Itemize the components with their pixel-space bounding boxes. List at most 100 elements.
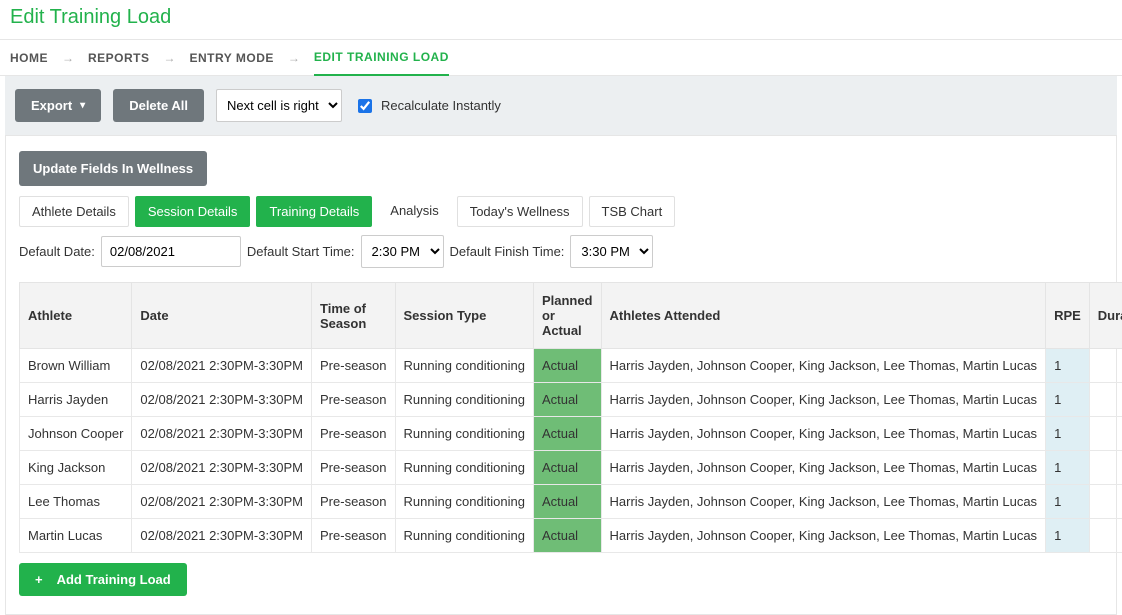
cell-rpe[interactable]: 1 [1046, 417, 1090, 451]
cell-athletes-attended[interactable]: Harris Jayden, Johnson Cooper, King Jack… [601, 519, 1046, 553]
defaults-row: Default Date: Default Start Time: 2:30 P… [19, 235, 1103, 268]
cell-planned-actual[interactable]: Actual [533, 485, 601, 519]
cell-athletes-attended[interactable]: Harris Jayden, Johnson Cooper, King Jack… [601, 349, 1046, 383]
chevron-right-icon: → [288, 51, 300, 65]
table-row[interactable]: Johnson Cooper02/08/2021 2:30PM-3:30PMPr… [20, 417, 1122, 451]
cell-rpe[interactable]: 1 [1046, 519, 1090, 553]
table-row[interactable]: Martin Lucas02/08/2021 2:30PM-3:30PMPre-… [20, 519, 1122, 553]
cell-date[interactable]: 02/08/2021 2:30PM-3:30PM [132, 451, 312, 485]
chevron-down-icon: ▾ [80, 100, 85, 111]
table-row[interactable]: King Jackson02/08/2021 2:30PM-3:30PMPre-… [20, 451, 1122, 485]
col-time-of-season[interactable]: Time of Season [312, 283, 395, 349]
cell-athlete[interactable]: Harris Jayden [20, 383, 132, 417]
cell-planned-actual[interactable]: Actual [533, 417, 601, 451]
cell-time-of-season[interactable]: Pre-season [312, 519, 395, 553]
table-row[interactable]: Brown William02/08/2021 2:30PM-3:30PMPre… [20, 349, 1122, 383]
cell-athlete[interactable]: Martin Lucas [20, 519, 132, 553]
default-date-input[interactable] [101, 236, 241, 267]
training-load-table: Athlete Date Time of Season Session Type… [19, 282, 1122, 553]
breadcrumb: HOME → REPORTS → ENTRY MODE → EDIT TRAIN… [0, 39, 1122, 76]
recalculate-checkbox[interactable] [358, 99, 372, 113]
default-finish-select[interactable]: 3:30 PM [570, 235, 653, 268]
cell-planned-actual[interactable]: Actual [533, 451, 601, 485]
cell-athlete[interactable]: Johnson Cooper [20, 417, 132, 451]
cell-rpe[interactable]: 1 [1046, 349, 1090, 383]
crumb-reports[interactable]: REPORTS [88, 51, 150, 65]
next-cell-select[interactable]: Next cell is right [216, 89, 342, 122]
update-fields-button[interactable]: Update Fields In Wellness [19, 151, 207, 186]
cell-session-type[interactable]: Running conditioning [395, 383, 533, 417]
tab-row: Athlete Details Session Details Training… [19, 196, 1103, 227]
cell-duration[interactable] [1089, 349, 1122, 383]
crumb-entry-mode[interactable]: ENTRY MODE [190, 51, 274, 65]
cell-athlete[interactable]: King Jackson [20, 451, 132, 485]
export-button-label: Export [31, 98, 72, 113]
cell-session-type[interactable]: Running conditioning [395, 519, 533, 553]
export-button[interactable]: Export ▾ [15, 89, 101, 122]
cell-session-type[interactable]: Running conditioning [395, 451, 533, 485]
cell-time-of-season[interactable]: Pre-season [312, 451, 395, 485]
plus-icon [35, 572, 49, 587]
cell-planned-actual[interactable]: Actual [533, 383, 601, 417]
cell-time-of-season[interactable]: Pre-season [312, 383, 395, 417]
cell-athletes-attended[interactable]: Harris Jayden, Johnson Cooper, King Jack… [601, 383, 1046, 417]
recalculate-checkbox-row[interactable]: Recalculate Instantly [354, 96, 501, 116]
cell-date[interactable]: 02/08/2021 2:30PM-3:30PM [132, 417, 312, 451]
tab-session-details[interactable]: Session Details [135, 196, 251, 227]
table-header-row: Athlete Date Time of Season Session Type… [20, 283, 1122, 349]
cell-athlete[interactable]: Lee Thomas [20, 485, 132, 519]
tab-athlete-details[interactable]: Athlete Details [19, 196, 129, 227]
col-athletes-attended[interactable]: Athletes Attended [601, 283, 1046, 349]
col-session-type[interactable]: Session Type [395, 283, 533, 349]
col-planned-actual[interactable]: Planned or Actual [533, 283, 601, 349]
cell-date[interactable]: 02/08/2021 2:30PM-3:30PM [132, 383, 312, 417]
default-date-label: Default Date: [19, 244, 95, 259]
chevron-right-icon: → [62, 51, 74, 65]
cell-session-type[interactable]: Running conditioning [395, 485, 533, 519]
crumb-edit-training-load[interactable]: EDIT TRAINING LOAD [314, 50, 449, 76]
tab-analysis[interactable]: Analysis [378, 196, 450, 227]
cell-time-of-season[interactable]: Pre-season [312, 417, 395, 451]
add-training-load-label: Add Training Load [57, 572, 171, 587]
table-row[interactable]: Lee Thomas02/08/2021 2:30PM-3:30PMPre-se… [20, 485, 1122, 519]
cell-session-type[interactable]: Running conditioning [395, 417, 533, 451]
cell-date[interactable]: 02/08/2021 2:30PM-3:30PM [132, 519, 312, 553]
tab-tsb-chart[interactable]: TSB Chart [589, 196, 676, 227]
cell-time-of-season[interactable]: Pre-season [312, 349, 395, 383]
cell-athletes-attended[interactable]: Harris Jayden, Johnson Cooper, King Jack… [601, 417, 1046, 451]
cell-planned-actual[interactable]: Actual [533, 519, 601, 553]
cell-rpe[interactable]: 1 [1046, 451, 1090, 485]
page-title: Edit Training Load [0, 0, 1122, 39]
tab-training-details[interactable]: Training Details [256, 196, 372, 227]
crumb-home[interactable]: HOME [10, 51, 48, 65]
col-rpe[interactable]: RPE [1046, 283, 1090, 349]
cell-athlete[interactable]: Brown William [20, 349, 132, 383]
cell-duration[interactable] [1089, 485, 1122, 519]
cell-planned-actual[interactable]: Actual [533, 349, 601, 383]
col-athlete[interactable]: Athlete [20, 283, 132, 349]
cell-time-of-season[interactable]: Pre-season [312, 485, 395, 519]
tab-todays-wellness[interactable]: Today's Wellness [457, 196, 583, 227]
col-date[interactable]: Date [132, 283, 312, 349]
cell-duration[interactable] [1089, 417, 1122, 451]
cell-rpe[interactable]: 1 [1046, 485, 1090, 519]
cell-date[interactable]: 02/08/2021 2:30PM-3:30PM [132, 349, 312, 383]
add-training-load-button[interactable]: Add Training Load [19, 563, 187, 596]
cell-duration[interactable] [1089, 519, 1122, 553]
default-start-select[interactable]: 2:30 PM [361, 235, 444, 268]
default-finish-label: Default Finish Time: [450, 244, 565, 259]
col-duration[interactable]: Duration [1089, 283, 1122, 349]
table-row[interactable]: Harris Jayden02/08/2021 2:30PM-3:30PMPre… [20, 383, 1122, 417]
default-start-label: Default Start Time: [247, 244, 355, 259]
cell-athletes-attended[interactable]: Harris Jayden, Johnson Cooper, King Jack… [601, 451, 1046, 485]
cell-rpe[interactable]: 1 [1046, 383, 1090, 417]
cell-session-type[interactable]: Running conditioning [395, 349, 533, 383]
cell-duration[interactable] [1089, 451, 1122, 485]
delete-all-button[interactable]: Delete All [113, 89, 204, 122]
chevron-right-icon: → [164, 51, 176, 65]
cell-athletes-attended[interactable]: Harris Jayden, Johnson Cooper, King Jack… [601, 485, 1046, 519]
cell-duration[interactable] [1089, 383, 1122, 417]
recalculate-label: Recalculate Instantly [381, 98, 501, 113]
main-panel: Update Fields In Wellness Athlete Detail… [5, 135, 1117, 615]
cell-date[interactable]: 02/08/2021 2:30PM-3:30PM [132, 485, 312, 519]
